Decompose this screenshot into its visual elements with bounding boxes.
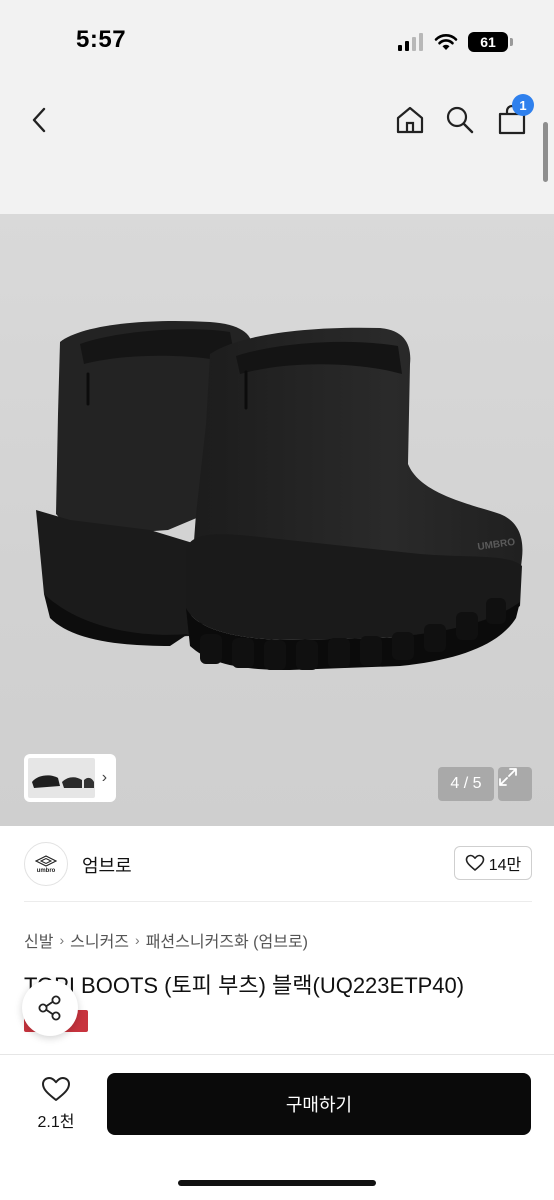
expand-button[interactable] — [498, 767, 532, 801]
heart-icon — [465, 854, 485, 871]
breadcrumb-item[interactable]: 신발 — [24, 928, 53, 952]
product-title: TOPI BOOTS (토피 부츠) 블랙(UQ223ETP40) — [24, 973, 465, 998]
brand-logo-text: umbro — [36, 867, 56, 874]
buy-button[interactable]: 구매하기 — [107, 1073, 531, 1135]
home-icon — [396, 106, 424, 134]
breadcrumb-item[interactable]: 스니커즈 — [70, 928, 129, 952]
brand-like-button[interactable]: 14만 — [454, 846, 532, 880]
thumbnail-strip[interactable]: › — [24, 754, 116, 802]
breadcrumb-item[interactable]: 패션스니커즈화 (엄브로) — [146, 928, 308, 952]
brand-logo[interactable]: umbro — [24, 842, 68, 886]
page-indicator: 4 / 5 — [438, 767, 494, 801]
battery-icon: 61 — [468, 32, 513, 52]
chevron-right-icon[interactable]: › — [97, 769, 112, 787]
wishlist-count: 2.1천 — [37, 1114, 75, 1131]
home-button[interactable] — [390, 100, 430, 140]
nav-header: 1 — [0, 80, 554, 214]
product-image-gallery[interactable]: UMBRO › 4 / 5 — [0, 214, 554, 826]
heart-icon — [42, 1077, 70, 1101]
search-icon — [446, 106, 474, 134]
brand-row: umbro 엄브로 14만 — [24, 842, 532, 902]
battery-level: 61 — [480, 34, 496, 50]
brand-like-count: 14만 — [488, 857, 522, 874]
cart-count-badge: 1 — [512, 94, 534, 116]
chevron-right-icon: › — [59, 932, 65, 948]
umbro-diamond-icon — [35, 854, 57, 867]
back-button[interactable] — [20, 100, 60, 140]
thumbnail-image[interactable] — [28, 758, 95, 798]
search-button[interactable] — [440, 100, 480, 140]
brand-name[interactable]: 엄브로 — [82, 852, 132, 878]
chevron-right-icon: › — [135, 932, 140, 948]
divider — [0, 1054, 554, 1055]
breadcrumb: 신발 › 스니커즈 › 패션스니커즈화 (엄브로) — [24, 928, 308, 952]
share-button[interactable] — [22, 980, 78, 1036]
status-time: 5:57 — [76, 26, 127, 53]
cart-button[interactable]: 1 — [492, 94, 534, 140]
status-bar: 5:57 61 — [0, 0, 554, 80]
signal-icon — [398, 33, 423, 51]
back-icon — [32, 107, 46, 133]
product-image: UMBRO — [36, 320, 523, 670]
wishlist-button[interactable]: 2.1천 — [22, 1074, 90, 1134]
expand-icon — [499, 768, 517, 786]
wifi-icon — [434, 34, 458, 50]
home-indicator — [178, 1180, 376, 1186]
share-icon — [38, 995, 61, 1021]
status-icons: 61 — [398, 30, 513, 54]
scroll-indicator[interactable] — [543, 122, 548, 182]
